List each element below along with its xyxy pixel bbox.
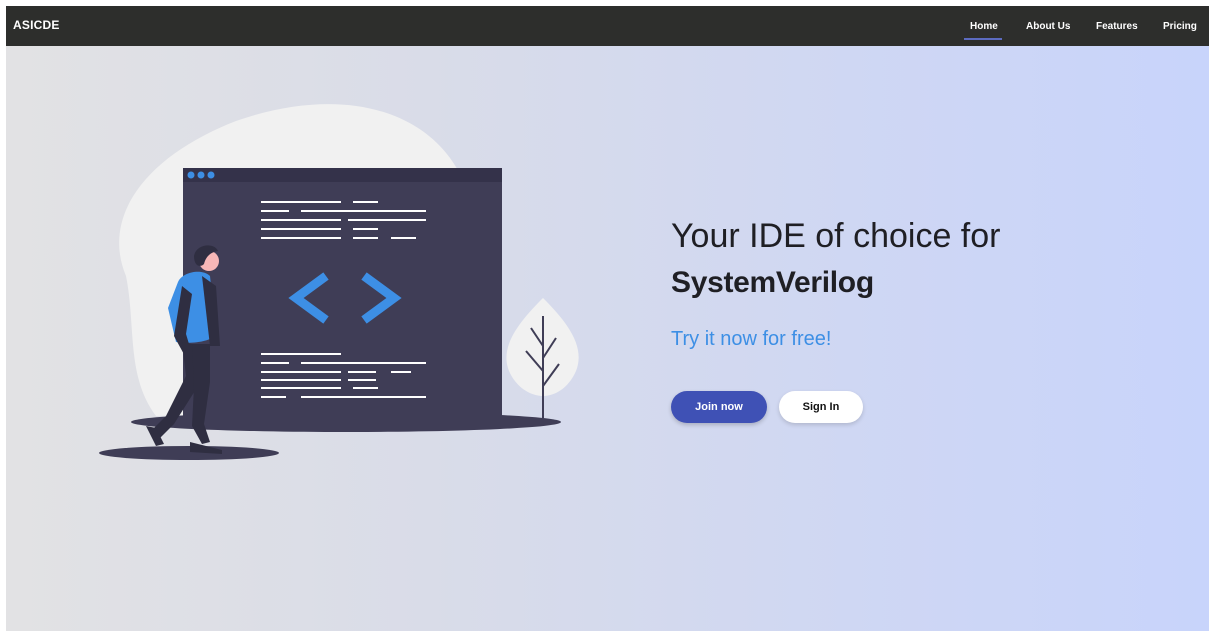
hero-tagline: Try it now for free! bbox=[671, 328, 832, 350]
nav-about-us[interactable]: About Us bbox=[1026, 21, 1070, 32]
navbar: ASICDE Home About Us Features Pricing bbox=[6, 6, 1209, 46]
nav-features[interactable]: Features bbox=[1096, 21, 1138, 32]
hero-section: Your IDE of choice for SystemVerilog Try… bbox=[6, 46, 1209, 631]
page: ASICDE Home About Us Features Pricing Yo… bbox=[6, 6, 1209, 631]
window-dot-2 bbox=[197, 171, 205, 179]
sign-in-button[interactable]: Sign In bbox=[779, 391, 863, 423]
window-dot-1 bbox=[187, 171, 195, 179]
nav-pricing[interactable]: Pricing bbox=[1163, 21, 1197, 32]
brand-logo[interactable]: ASICDE bbox=[13, 18, 60, 32]
window-dot-3 bbox=[207, 171, 215, 179]
person-floor-shadow bbox=[99, 446, 279, 460]
hero-headline-product: SystemVerilog bbox=[671, 266, 874, 299]
nav-home[interactable]: Home bbox=[970, 21, 998, 32]
developer-code-window-illustration bbox=[99, 104, 579, 460]
code-window bbox=[183, 168, 502, 418]
hero-headline: Your IDE of choice for bbox=[671, 217, 1001, 255]
nav-active-indicator bbox=[964, 38, 1002, 40]
join-now-button[interactable]: Join now bbox=[671, 391, 767, 423]
code-window-titlebar bbox=[183, 168, 502, 182]
